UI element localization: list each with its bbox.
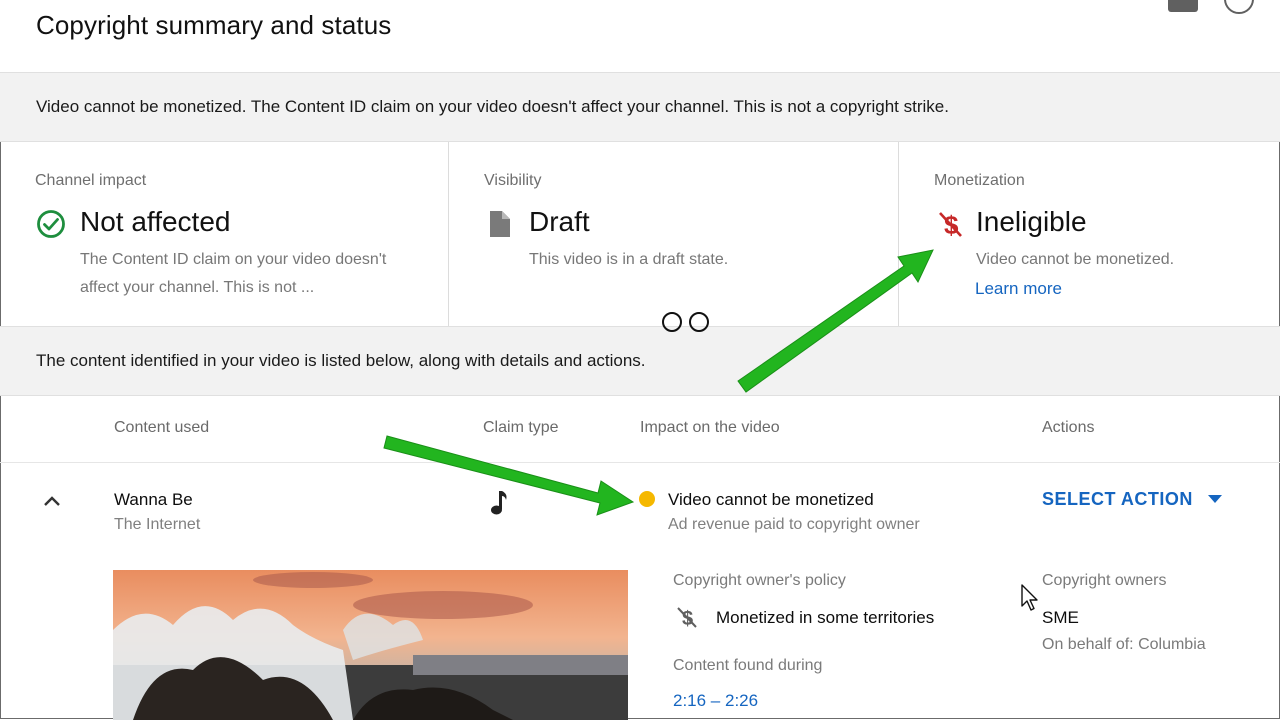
content-thumbnail	[113, 570, 628, 720]
content-banner: The content identified in your video is …	[0, 326, 1280, 396]
monetization-desc: Video cannot be monetized.	[976, 251, 1175, 268]
policy-label: Copyright owner's policy	[673, 572, 846, 589]
learn-more-link[interactable]: Learn more	[975, 279, 1062, 299]
loading-indicator	[662, 312, 709, 332]
visibility-value: Draft	[529, 206, 590, 237]
channel-impact-desc: The Content ID claim on your video doesn…	[80, 251, 387, 296]
channel-impact-card: Channel impact Not affected The Content …	[0, 142, 449, 326]
channel-impact-value: Not affected	[80, 206, 231, 237]
no-dollar-icon: $	[939, 210, 962, 239]
divider	[0, 462, 1280, 463]
content-artist: The Internet	[114, 516, 201, 533]
feedback-icon[interactable]	[1168, 0, 1198, 12]
caret-down-icon[interactable]	[1208, 495, 1222, 503]
no-dollar-icon: $	[677, 607, 697, 630]
check-circle-icon	[37, 210, 65, 238]
col-content-used: Content used	[114, 419, 210, 436]
monetization-value: Ineligible	[976, 206, 1087, 237]
owner-name: SME	[1042, 608, 1079, 627]
visibility-desc: This video is in a draft state.	[529, 251, 729, 268]
summary-banner: Video cannot be monetized. The Content I…	[0, 72, 1280, 142]
mouse-cursor-icon	[1021, 584, 1038, 611]
col-claim-type: Claim type	[483, 419, 559, 436]
status-cards: Channel impact Not affected The Content …	[0, 142, 1280, 326]
owner-behalf: On behalf of: Columbia	[1042, 636, 1206, 653]
impact-text: Video cannot be monetized	[668, 490, 874, 509]
channel-impact-label: Channel impact	[35, 172, 147, 189]
music-note-icon	[491, 491, 507, 515]
document-icon	[490, 211, 510, 237]
owners-label: Copyright owners	[1042, 572, 1167, 589]
visibility-label: Visibility	[484, 172, 542, 189]
select-action-button[interactable]: SELECT ACTION	[1042, 489, 1193, 510]
status-dot	[639, 491, 655, 507]
header: Copyright summary and status	[0, 0, 1280, 73]
visibility-card: Visibility Draft This video is in a draf…	[449, 142, 899, 326]
found-label: Content found during	[673, 657, 823, 674]
page-title: Copyright summary and status	[36, 10, 392, 40]
policy-value: Monetized in some territories	[716, 608, 935, 627]
content-title: Wanna Be	[114, 490, 193, 509]
monetization-card: Monetization $ Ineligible Video cannot b…	[899, 142, 1280, 326]
found-time-link[interactable]: 2:16 – 2:26	[673, 691, 758, 711]
col-impact: Impact on the video	[640, 419, 780, 436]
col-actions: Actions	[1042, 419, 1095, 436]
help-icon[interactable]	[1224, 0, 1254, 14]
impact-subtext: Ad revenue paid to copyright owner	[668, 516, 920, 533]
monetization-label: Monetization	[934, 172, 1025, 189]
chevron-up-icon[interactable]	[40, 490, 64, 514]
